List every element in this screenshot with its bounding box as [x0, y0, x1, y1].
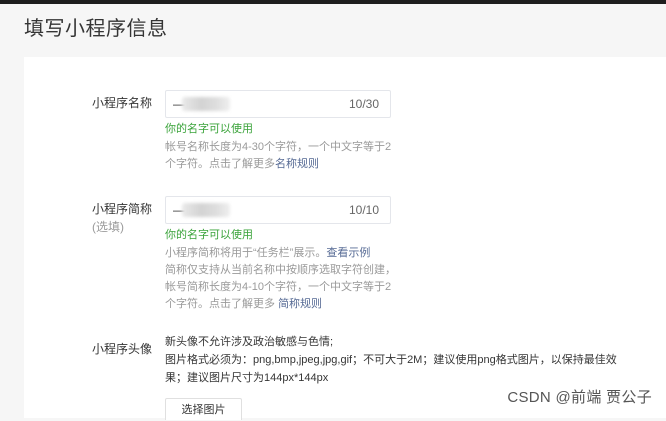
name-rules-link[interactable]: 名称规则 [275, 158, 319, 170]
avatar-req-line1: 新头像不允许涉及政治敏感与色情; [165, 336, 334, 348]
short-name-hint: 小程序简称将用于“任务栏”展示。查看示例 简称仅支持从当前名称中按顺序选取字符创… [165, 245, 405, 313]
short-name-hint-line3: 帐号简称长度为4-10个字符，一个中文字等于2 [165, 281, 392, 293]
name-hint-line1: 帐号名称长度为4-30个字符，一个中文字等于2 [165, 141, 392, 153]
short-name-hint-line4: 个字符。点击了解更多 简称规则 [165, 296, 405, 313]
window-top-bar [0, 0, 666, 4]
short-name-hint-line1: 小程序简称将用于“任务栏”展示。查看示例 [165, 245, 405, 262]
name-hint-line2-text: 个字符。点击了解更多 [165, 158, 275, 170]
short-name-input[interactable]: — 10/10 [165, 196, 391, 224]
name-hint: 帐号名称长度为4-30个字符，一个中文字等于2 个字符。点击了解更多名称规则 [165, 139, 405, 173]
choose-image-button[interactable]: 选择图片 [165, 398, 242, 420]
watermark: CSDN @前端 贾公子 [507, 389, 652, 406]
short-name-label: 小程序简称 [92, 202, 153, 216]
redacted-text [182, 97, 230, 111]
short-name-hint-line2: 简称仅支持从当前名称中按顺序选取字符创建， [165, 264, 396, 276]
short-name-rules-link[interactable]: 简称规则 [278, 298, 322, 310]
name-hint-line2: 个字符。点击了解更多名称规则 [165, 156, 405, 173]
avatar-req-line3: 果；建议图片尺寸为144px*144px [165, 372, 329, 384]
short-name-optional-label: (选填) [92, 220, 124, 234]
short-name-hint-line4-text: 个字符。点击了解更多 [165, 298, 279, 310]
avatar-label: 小程序头像 [92, 342, 153, 356]
name-label: 小程序名称 [92, 96, 153, 110]
name-char-counter: 10/30 [348, 97, 379, 111]
avatar-requirements: 新头像不允许涉及政治敏感与色情; 图片格式必须为：png,bmp,jpeg,jp… [165, 333, 655, 387]
page-title: 填写小程序信息 [24, 18, 168, 40]
redacted-text [182, 203, 230, 217]
form-panel: 小程序名称 — 10/30 你的名字可以使用 帐号名称长度为4-30个字符，一个… [24, 57, 666, 420]
short-name-ok-tip: 你的名字可以使用 [165, 229, 253, 241]
view-example-link[interactable]: 查看示例 [326, 247, 370, 259]
short-name-char-counter: 10/10 [348, 203, 379, 217]
avatar-req-line2: 图片格式必须为：png,bmp,jpeg,jpg,gif；不可大于2M；建议使用… [165, 354, 617, 366]
name-input[interactable]: — 10/30 [165, 90, 391, 118]
name-ok-tip: 你的名字可以使用 [165, 123, 253, 135]
short-name-hint-line1-text: 小程序简称将用于“任务栏”展示。 [165, 247, 327, 259]
